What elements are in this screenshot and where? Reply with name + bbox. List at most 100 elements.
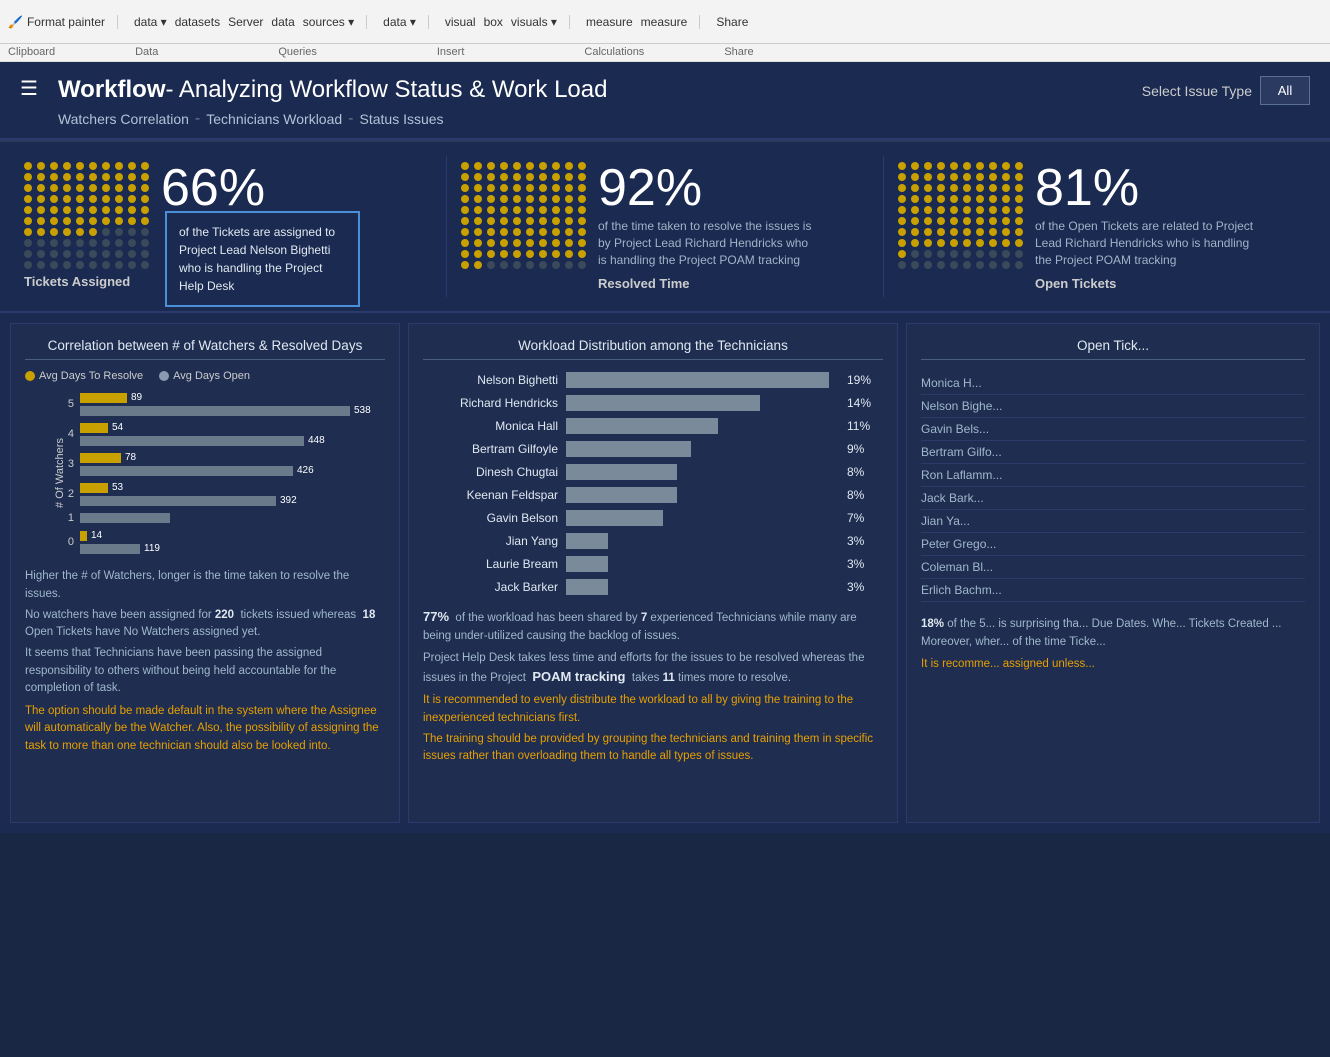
dot-56 — [102, 217, 110, 225]
dot-62 — [487, 228, 495, 236]
header-right: Select Issue Type All — [1142, 76, 1310, 105]
bar-row-2: 2 53 392 — [60, 482, 385, 506]
dot-91 — [911, 261, 919, 269]
dot-96 — [539, 261, 547, 269]
bar-gold-val-3: 78 — [125, 452, 136, 463]
dot-51 — [911, 217, 919, 225]
measure-btn2[interactable]: measure — [641, 15, 688, 29]
nav-technicians-workload[interactable]: Technicians Workload — [206, 111, 342, 127]
dot-68 — [128, 228, 136, 236]
dot-91 — [37, 261, 45, 269]
nav-watchers-correlation[interactable]: Watchers Correlation — [58, 111, 189, 127]
dot-97 — [115, 261, 123, 269]
data-btn2[interactable]: data — [271, 15, 294, 29]
dot-64 — [513, 228, 521, 236]
box-btn[interactable]: box — [484, 15, 503, 29]
sources-dropdown[interactable]: sources ▾ — [303, 15, 354, 29]
paint-icon: 🖌️ — [8, 15, 23, 29]
bar-gray-0: 119 — [80, 543, 385, 554]
dot-28 — [1002, 184, 1010, 192]
bar-gray-fill-5 — [80, 406, 350, 416]
dot-6 — [102, 162, 110, 170]
insert-section: visual box visuals ▾ — [445, 15, 570, 29]
dot-79 — [1015, 239, 1023, 247]
wl-bar-container-0 — [566, 372, 843, 388]
kpi-2-percent: 92% — [598, 162, 818, 214]
nav-sep-2: - — [348, 110, 353, 128]
dot-98 — [1002, 261, 1010, 269]
dot-29 — [141, 184, 149, 192]
wl-name-1: Richard Hendricks — [423, 396, 558, 410]
name-item-5: Jack Bark... — [921, 487, 1305, 510]
queries-dropdown[interactable]: data ▾ — [383, 15, 416, 29]
dot-82 — [50, 250, 58, 258]
legend-open: Avg Days Open — [159, 370, 250, 382]
header-left: ☰ Workflow- Analyzing Workflow Status & … — [20, 76, 607, 128]
dot-42 — [924, 206, 932, 214]
wl-pct-3: 9% — [847, 442, 883, 456]
nav-status-issues[interactable]: Status Issues — [360, 111, 444, 127]
queries-label-bottom: Queries — [278, 46, 317, 59]
dot-63 — [500, 228, 508, 236]
dot-3 — [500, 162, 508, 170]
data-dropdown[interactable]: data ▾ — [134, 15, 167, 29]
server-btn[interactable]: Server — [228, 15, 263, 29]
dot-82 — [924, 250, 932, 258]
bar-gold-2: 53 — [80, 482, 385, 493]
kpi-open-tickets: (function(){ const grid = document.curre… — [884, 156, 1320, 297]
kpi-1-label: Tickets Assigned — [24, 274, 130, 289]
wl-row-4: Dinesh Chugtai 8% — [423, 464, 883, 480]
dot-52 — [924, 217, 932, 225]
dot-90 — [898, 261, 906, 269]
dot-33 — [937, 195, 945, 203]
dot-13 — [937, 173, 945, 181]
name-item-9: Erlich Bachm... — [921, 579, 1305, 602]
format-painter[interactable]: 🖌️ Format painter — [8, 15, 105, 29]
bar-group-3: 78 426 — [80, 452, 385, 476]
visual-btn[interactable]: visual — [445, 15, 476, 29]
bar-gray-5: 538 — [80, 405, 385, 416]
dot-78 — [128, 239, 136, 247]
dot-26 — [976, 184, 984, 192]
dot-18 — [565, 173, 573, 181]
bar-gold-fill-3 — [80, 453, 121, 463]
wl-pct-8: 3% — [847, 557, 883, 571]
dot-23 — [63, 184, 71, 192]
nav-sep-1: - — [195, 110, 200, 128]
kpi-tickets-assigned: (function(){ const grid = document.curre… — [10, 156, 447, 297]
dot-86 — [102, 250, 110, 258]
dot-35 — [963, 195, 971, 203]
kpi-dot-grid-2: (function(){ const grid = document.curre… — [461, 162, 588, 269]
bar-gold-val-4: 54 — [112, 422, 123, 433]
dot-73 — [500, 239, 508, 247]
bar-row-3: 3 78 426 — [60, 452, 385, 476]
bar-group-2: 53 392 — [80, 482, 385, 506]
measure-btn1[interactable]: measure — [586, 15, 633, 29]
dot-85 — [963, 250, 971, 258]
dot-50 — [24, 217, 32, 225]
dot-46 — [539, 206, 547, 214]
select-issue-box[interactable]: All — [1260, 76, 1310, 105]
open-tickets-panel: Open Tick... Monica H... Nelson Bighe...… — [906, 323, 1320, 823]
share-btn[interactable]: Share — [716, 15, 748, 29]
hamburger-menu[interactable]: ☰ — [20, 76, 38, 101]
watcher-analysis-line2: No watchers have been assigned for 220 t… — [25, 607, 385, 642]
name-item-8: Coleman Bl... — [921, 556, 1305, 579]
wl-analysis-1: 77% of the workload has been shared by 7… — [423, 607, 883, 645]
dot-52 — [50, 217, 58, 225]
wl-bar-9 — [566, 579, 608, 595]
workload-bars: Nelson Bighetti 19% Richard Hendricks 14… — [423, 372, 883, 595]
dot-78 — [1002, 239, 1010, 247]
page-title: Workflow- Analyzing Workflow Status & Wo… — [58, 76, 608, 104]
dot-36 — [539, 195, 547, 203]
dot-64 — [76, 228, 84, 236]
datasets-btn[interactable]: datasets — [175, 15, 220, 29]
dot-51 — [37, 217, 45, 225]
dot-62 — [924, 228, 932, 236]
visuals-dropdown[interactable]: visuals ▾ — [511, 15, 557, 29]
dot-99 — [141, 261, 149, 269]
dot-33 — [63, 195, 71, 203]
dot-16 — [976, 173, 984, 181]
dot-59 — [578, 217, 586, 225]
kpi-3-content: 81% of the Open Tickets are related to P… — [1035, 162, 1255, 291]
